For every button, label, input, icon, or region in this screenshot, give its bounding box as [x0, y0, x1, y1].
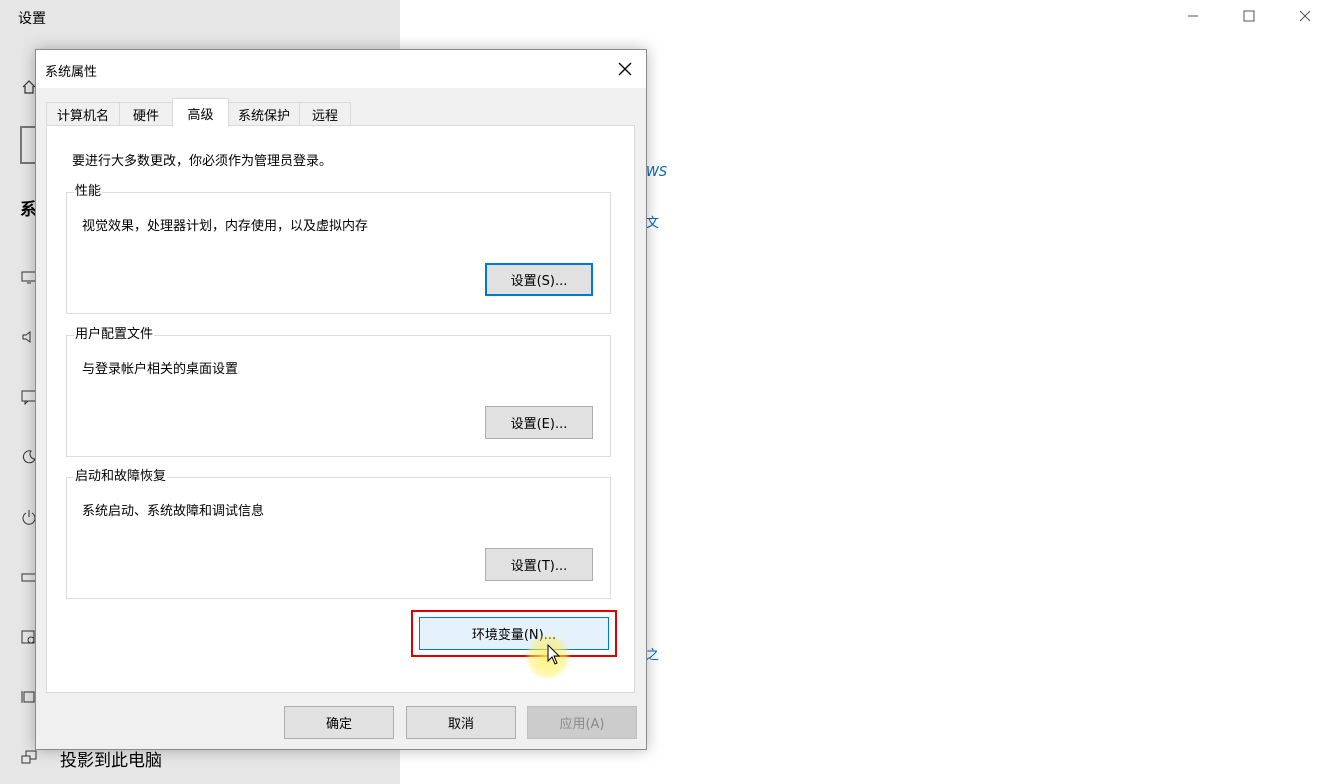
startup-recovery-description: 系统启动、系统故障和调试信息	[82, 504, 265, 519]
user-profiles-group-label: 用户配置文件	[74, 326, 155, 344]
apply-button[interactable]: 应用(A)	[527, 706, 637, 739]
minimize-button[interactable]	[1165, 0, 1221, 32]
minimize-icon	[1188, 15, 1198, 17]
dialog-title: 系统属性	[45, 65, 98, 80]
project-icon[interactable]	[20, 748, 38, 766]
close-icon	[1299, 10, 1311, 22]
peek-link-text[interactable]: 之	[646, 644, 659, 663]
maximize-button[interactable]	[1221, 0, 1277, 32]
tab-computer-name[interactable]: 计算机名	[46, 102, 120, 126]
ok-button[interactable]: 确定	[284, 706, 394, 739]
system-properties-dialog: 系统属性 计算机名 硬件 高级 系统保护 远程 要进行大多数更改，你必须作为管理…	[35, 49, 647, 750]
maximize-icon	[1243, 10, 1255, 22]
startup-recovery-group: 启动和故障恢复 系统启动、系统故障和调试信息 设置(T)...	[66, 468, 611, 599]
environment-variables-button[interactable]: 环境变量(N)...	[419, 617, 609, 650]
peek-link-text[interactable]: 文	[646, 212, 659, 231]
performance-description: 视觉效果，处理器计划，内存使用，以及虚拟内存	[82, 219, 369, 234]
performance-group: 性能 视觉效果，处理器计划，内存使用，以及虚拟内存 设置(S)...	[66, 183, 611, 314]
performance-group-label: 性能	[74, 183, 103, 201]
startup-recovery-group-label: 启动和故障恢复	[74, 468, 168, 486]
dialog-close-button[interactable]	[612, 56, 638, 82]
startup-recovery-settings-button[interactable]: 设置(T)...	[485, 548, 593, 581]
tab-system-protection[interactable]: 系统保护	[228, 102, 300, 126]
admin-note: 要进行大多数更改，你必须作为管理员登录。	[72, 154, 333, 169]
peek-link-text[interactable]: WS	[646, 165, 667, 180]
user-profiles-description: 与登录帐户相关的桌面设置	[82, 362, 239, 377]
close-window-button[interactable]	[1277, 0, 1333, 32]
cancel-button[interactable]: 取消	[406, 706, 516, 739]
tab-remote[interactable]: 远程	[299, 102, 351, 126]
tab-advanced[interactable]: 高级	[172, 98, 229, 127]
tab-hardware[interactable]: 硬件	[119, 102, 173, 126]
user-profiles-settings-button[interactable]: 设置(E)...	[485, 406, 593, 439]
performance-settings-button[interactable]: 设置(S)...	[485, 263, 593, 296]
user-profiles-group: 用户配置文件 与登录帐户相关的桌面设置 设置(E)...	[66, 326, 611, 457]
settings-window-title: 设置	[18, 11, 46, 27]
close-icon	[618, 62, 632, 76]
dialog-titlebar[interactable]: 系统属性	[36, 50, 646, 88]
window-controls	[1165, 0, 1333, 32]
advanced-tab-panel: 要进行大多数更改，你必须作为管理员登录。 性能 视觉效果，处理器计划，内存使用，…	[46, 125, 635, 693]
